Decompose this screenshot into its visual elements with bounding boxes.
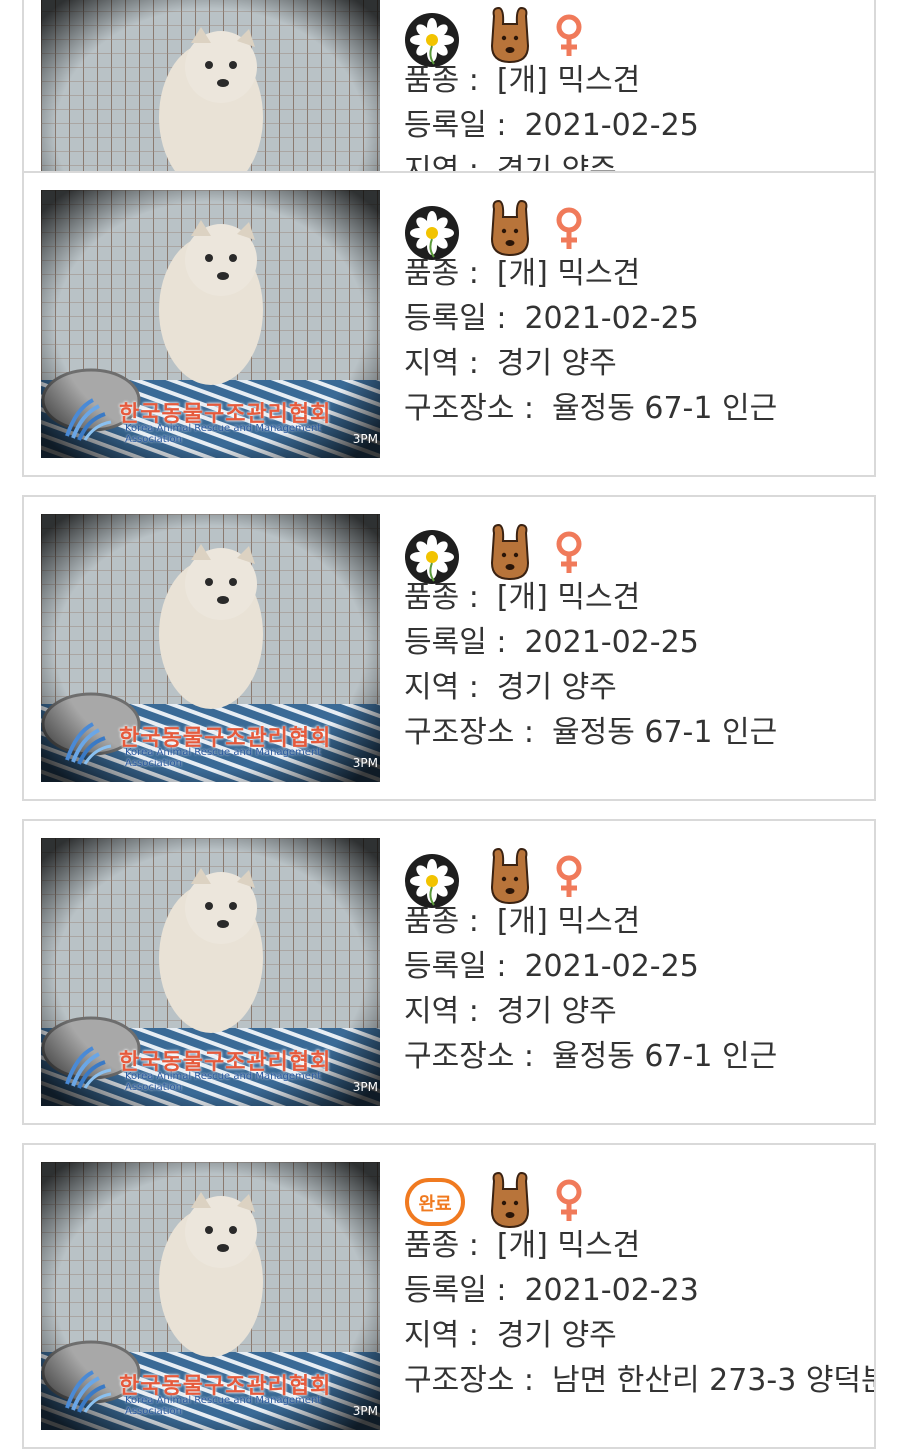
date-row: 등록일 : 2021-02-25	[404, 620, 874, 665]
breed-label: 품종 :	[404, 63, 479, 98]
date-value: 2021-02-25	[524, 625, 699, 660]
watermark-org-en: Korea Animal Rescue and Management Assoc…	[125, 423, 322, 445]
animal-photo[interactable]: 한국동물구조관리협회 Korea Animal Rescue and Manag…	[41, 190, 380, 458]
region-label: 지역 :	[404, 1318, 479, 1353]
date-value: 2021-02-25	[524, 108, 699, 143]
date-row: 등록일 : 2021-02-25	[404, 296, 874, 341]
watermark-org-en: Korea Animal Rescue and Management Assoc…	[125, 1071, 322, 1093]
region-label: 지역 :	[404, 670, 479, 705]
region-value: 경기 양주	[496, 994, 617, 1029]
place-row: 구조장소 : 율정동 67-1 인근	[404, 1034, 874, 1079]
region-value: 경기 양주	[496, 1318, 617, 1353]
animal-photo[interactable]: 한국동물구조관리협회 Korea Animal Rescue and Manag…	[41, 838, 380, 1106]
region-row: 지역 : 경기 양주	[404, 665, 874, 710]
region-value: 경기 양주	[496, 670, 617, 705]
region-row: 지역 : 경기 양주	[404, 1313, 874, 1358]
breed-label: 품종 :	[404, 256, 479, 291]
animal-info: 품종 : [개] 믹스견 등록일 : 2021-02-25 지역 : 경기 양주 구조…	[404, 513, 874, 755]
animal-photo[interactable]: 한국동물구조관리협회 Korea Animal Rescue and Manag…	[41, 1162, 380, 1430]
dog-face-icon	[488, 847, 532, 905]
place-row: 구조장소 : 율정동 67-1 인근	[404, 710, 874, 755]
date-label: 등록일 :	[404, 108, 507, 143]
breed-value: [개] 믹스견	[496, 1228, 641, 1263]
status-icons	[404, 0, 874, 58]
breed-label: 품종 :	[404, 904, 479, 939]
watermark-org-en: Korea Animal Rescue and Management Assoc…	[125, 1395, 322, 1417]
place-value: 율정동 67-1 인근	[552, 1039, 778, 1074]
status-icons: 완료	[404, 1161, 874, 1223]
animal-info: 품종 : [개] 믹스견 등록일 : 2021-02-25 지역 : 경기 양주 구조…	[404, 189, 874, 431]
place-row: 구조장소 : 남면 한산리 273-3 양덕분	[404, 1358, 874, 1403]
watermark-org-en: Korea Animal Rescue and Management Assoc…	[125, 747, 322, 769]
place-label: 구조장소 :	[404, 391, 535, 426]
female-symbol-icon	[554, 855, 584, 899]
date-label: 등록일 :	[404, 625, 507, 660]
animal-card[interactable]: 한국동물구조관리협회 Korea Animal Rescue and Manag…	[22, 171, 876, 477]
dog-face-icon	[488, 199, 532, 257]
association-wave-logo-icon	[63, 1044, 113, 1090]
animal-card[interactable]: 한국동물구조관리협회 Korea Animal Rescue and Manag…	[22, 495, 876, 801]
breed-row: 품종 : [개] 믹스견	[404, 575, 874, 620]
breed-row: 품종 : [개] 믹스견	[404, 1223, 874, 1268]
association-wave-logo-icon	[63, 1368, 113, 1414]
region-row: 지역 : 경기 양주	[404, 341, 874, 386]
breed-label: 품종 :	[404, 1228, 479, 1263]
place-value: 율정동 67-1 인근	[552, 715, 778, 750]
date-label: 등록일 :	[404, 949, 507, 984]
place-value: 남면 한산리 273-3 양덕분	[552, 1363, 876, 1398]
daisy-icon	[404, 529, 460, 585]
status-icons	[404, 837, 874, 899]
date-label: 등록일 :	[404, 1273, 507, 1308]
animal-card[interactable]: 한국동물구조관리협회 Korea Animal Rescue and Manag…	[22, 819, 876, 1125]
breed-value: [개] 믹스견	[496, 63, 641, 98]
dog-face-icon	[488, 523, 532, 581]
place-label: 구조장소 :	[404, 715, 535, 750]
daisy-icon	[404, 205, 460, 261]
place-label: 구조장소 :	[404, 1363, 535, 1398]
female-symbol-icon	[554, 14, 584, 58]
dog-face-icon	[488, 6, 532, 64]
place-label: 구조장소 :	[404, 1039, 535, 1074]
status-done-label: 완료	[418, 1194, 451, 1215]
association-wave-logo-icon	[63, 396, 113, 442]
date-value: 2021-02-23	[524, 1273, 699, 1308]
place-row: 구조장소 : 율정동 67-1 인근	[404, 386, 874, 431]
association-wave-logo-icon	[63, 720, 113, 766]
female-symbol-icon	[554, 531, 584, 575]
animal-info: 완료 품종 : [개] 믹스견 등록일 : 2021-02-23 지역 : 경기 양주…	[404, 1161, 874, 1403]
date-row: 등록일 : 2021-02-25	[404, 944, 874, 989]
daisy-icon	[404, 12, 460, 68]
female-symbol-icon	[554, 207, 584, 251]
watermark-time: 3PM	[352, 1080, 378, 1094]
animal-photo[interactable]: 한국동물구조관리협회 Korea Animal Rescue and Manag…	[41, 514, 380, 782]
breed-row: 품종 : [개] 믹스견	[404, 251, 874, 296]
place-value: 율정동 67-1 인근	[552, 391, 778, 426]
breed-row: 품종 : [개] 믹스견	[404, 58, 874, 103]
date-row: 등록일 : 2021-02-25	[404, 103, 874, 148]
region-label: 지역 :	[404, 994, 479, 1029]
breed-label: 품종 :	[404, 580, 479, 615]
status-icons	[404, 513, 874, 575]
breed-value: [개] 믹스견	[496, 580, 641, 615]
watermark-time: 3PM	[352, 756, 378, 770]
adoption-complete-badge: 완료	[405, 1178, 465, 1226]
date-value: 2021-02-25	[524, 949, 699, 984]
watermark-time: 3PM	[352, 432, 378, 446]
daisy-icon	[404, 853, 460, 909]
watermark-time: 3PM	[352, 1404, 378, 1418]
date-label: 등록일 :	[404, 301, 507, 336]
date-value: 2021-02-25	[524, 301, 699, 336]
region-value: 경기 양주	[496, 346, 617, 381]
breed-row: 품종 : [개] 믹스견	[404, 899, 874, 944]
animal-card[interactable]: 한국동물구조관리협회 Korea Animal Rescue and Manag…	[22, 1143, 876, 1449]
breed-value: [개] 믹스견	[496, 904, 641, 939]
dog-face-icon	[488, 1171, 532, 1229]
breed-value: [개] 믹스견	[496, 256, 641, 291]
date-row: 등록일 : 2021-02-23	[404, 1268, 874, 1313]
region-label: 지역 :	[404, 346, 479, 381]
status-icons	[404, 189, 874, 251]
female-symbol-icon	[554, 1179, 584, 1223]
animal-info: 품종 : [개] 믹스견 등록일 : 2021-02-25 지역 : 경기 양주 구조…	[404, 837, 874, 1079]
region-row: 지역 : 경기 양주	[404, 989, 874, 1034]
